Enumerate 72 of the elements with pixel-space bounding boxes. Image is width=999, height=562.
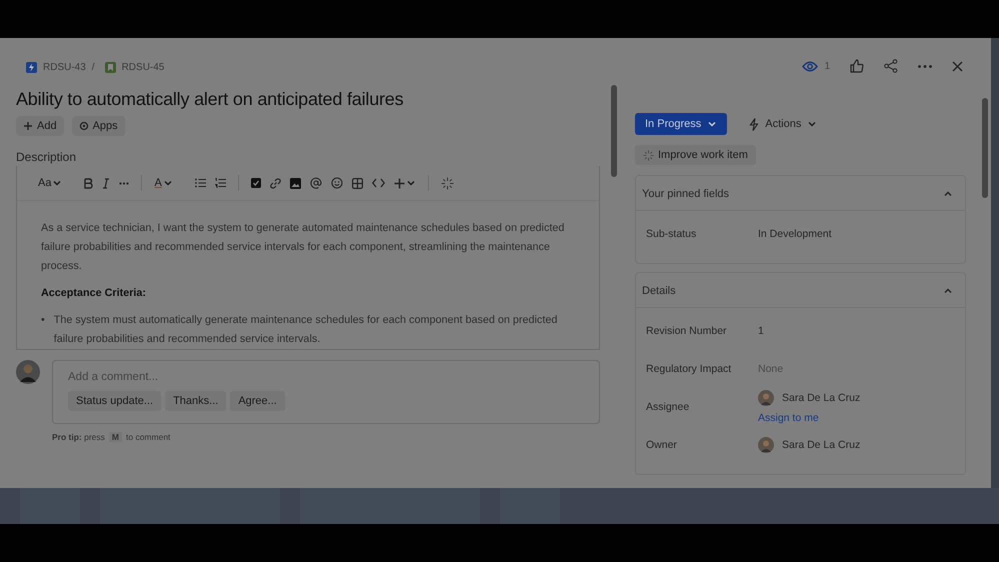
expand-icon (707, 119, 718, 129)
field-value: Sara De La Cruz (782, 392, 860, 404)
numbered-list-icon (214, 178, 226, 188)
breadcrumb-link[interactable]: RDSU-43 (43, 62, 86, 72)
table-icon (352, 178, 363, 188)
avatar-icon (16, 360, 40, 384)
thumbs-up-icon (850, 59, 864, 73)
text-color-button[interactable]: A (151, 175, 176, 191)
close-icon (952, 60, 963, 72)
criteria-heading: Acceptance Criteria: (41, 286, 148, 301)
at-sign-icon (310, 177, 322, 189)
status-dropdown[interactable]: In Progress (635, 113, 728, 135)
field-label: Revision Number (646, 324, 728, 338)
panel-header[interactable]: Details (636, 273, 965, 308)
field-value: Sara De La Cruz (782, 439, 860, 451)
bookmark-icon (104, 62, 116, 72)
field-label: Owner (646, 438, 678, 452)
bullet-marker: • (41, 313, 45, 328)
italic-icon (102, 178, 110, 188)
checkbox-icon (250, 178, 261, 188)
actions-button[interactable]: Actions (743, 116, 824, 132)
comment-field[interactable]: Add a comment... Status update... Thanks... Agree... (52, 360, 600, 424)
add-button[interactable]: Add (16, 116, 64, 136)
more-icon (119, 182, 130, 184)
field-label: Assignee (646, 400, 690, 414)
smiley-icon (330, 177, 343, 189)
breadcrumb-link[interactable]: RDSU-45 (122, 62, 164, 72)
plus-icon (394, 178, 405, 188)
code-icon (372, 178, 385, 188)
description-editor[interactable] (16, 166, 600, 350)
lightning-icon (749, 118, 760, 130)
collapse-icon (943, 189, 953, 199)
field-label: Sub-status (646, 227, 698, 241)
suggestion-button[interactable]: Thanks... (165, 391, 226, 411)
field-value: In Development (758, 228, 832, 240)
bold-icon (83, 178, 94, 188)
pro-tip-text: Pro tip: press (52, 432, 105, 442)
collapse-icon (943, 286, 953, 296)
field-value: 1 (758, 325, 764, 337)
sparkle-icon (643, 150, 654, 160)
link-icon (270, 178, 281, 188)
description-label: Description (16, 150, 78, 164)
expand-icon (52, 178, 62, 188)
expand-icon (162, 178, 173, 188)
suggestion-button[interactable]: Agree... (230, 391, 285, 411)
avatar-icon (758, 390, 774, 406)
breadcrumb-separator: / (92, 62, 95, 72)
expand-icon (807, 119, 818, 129)
criteria-item: The system must automatically generate maintenance schedules for each component based on predicted failure probabilities and recommended service intervals. (54, 313, 558, 347)
image-icon (290, 178, 301, 188)
description-paragraph: As a service technician, I want the system to generate automated maintenance schedules based on predicted failure probabilities and recommended service intervals for each component, streamlining the maintenance process. (41, 221, 566, 274)
sparkle-icon (440, 176, 454, 190)
watch-button[interactable]: 1 (796, 56, 836, 76)
work-item-title: Ability to automatically alert on anticipated failures (16, 89, 404, 110)
pro-tip-text: to comment (126, 432, 170, 442)
gear-icon (78, 121, 89, 131)
text-style-button[interactable]: Aa (35, 175, 66, 191)
keyboard-key: M (108, 432, 122, 442)
assign-link[interactable]: Assign to me (758, 412, 860, 424)
eye-icon (802, 60, 818, 72)
bullet-list-icon (194, 178, 206, 188)
more-icon (918, 64, 932, 68)
suggestion-button[interactable]: Status update... (68, 391, 162, 411)
expand-icon (406, 178, 416, 188)
avatar-icon (758, 437, 774, 453)
lightning-icon (26, 62, 37, 72)
plus-icon (23, 121, 33, 131)
panel-header[interactable]: Your pinned fields (636, 176, 965, 211)
field-label: Regulatory Impact (646, 362, 732, 376)
apps-button[interactable]: Apps (72, 116, 125, 136)
share-icon (884, 59, 898, 73)
improve-button[interactable]: Improve work item (635, 145, 756, 165)
